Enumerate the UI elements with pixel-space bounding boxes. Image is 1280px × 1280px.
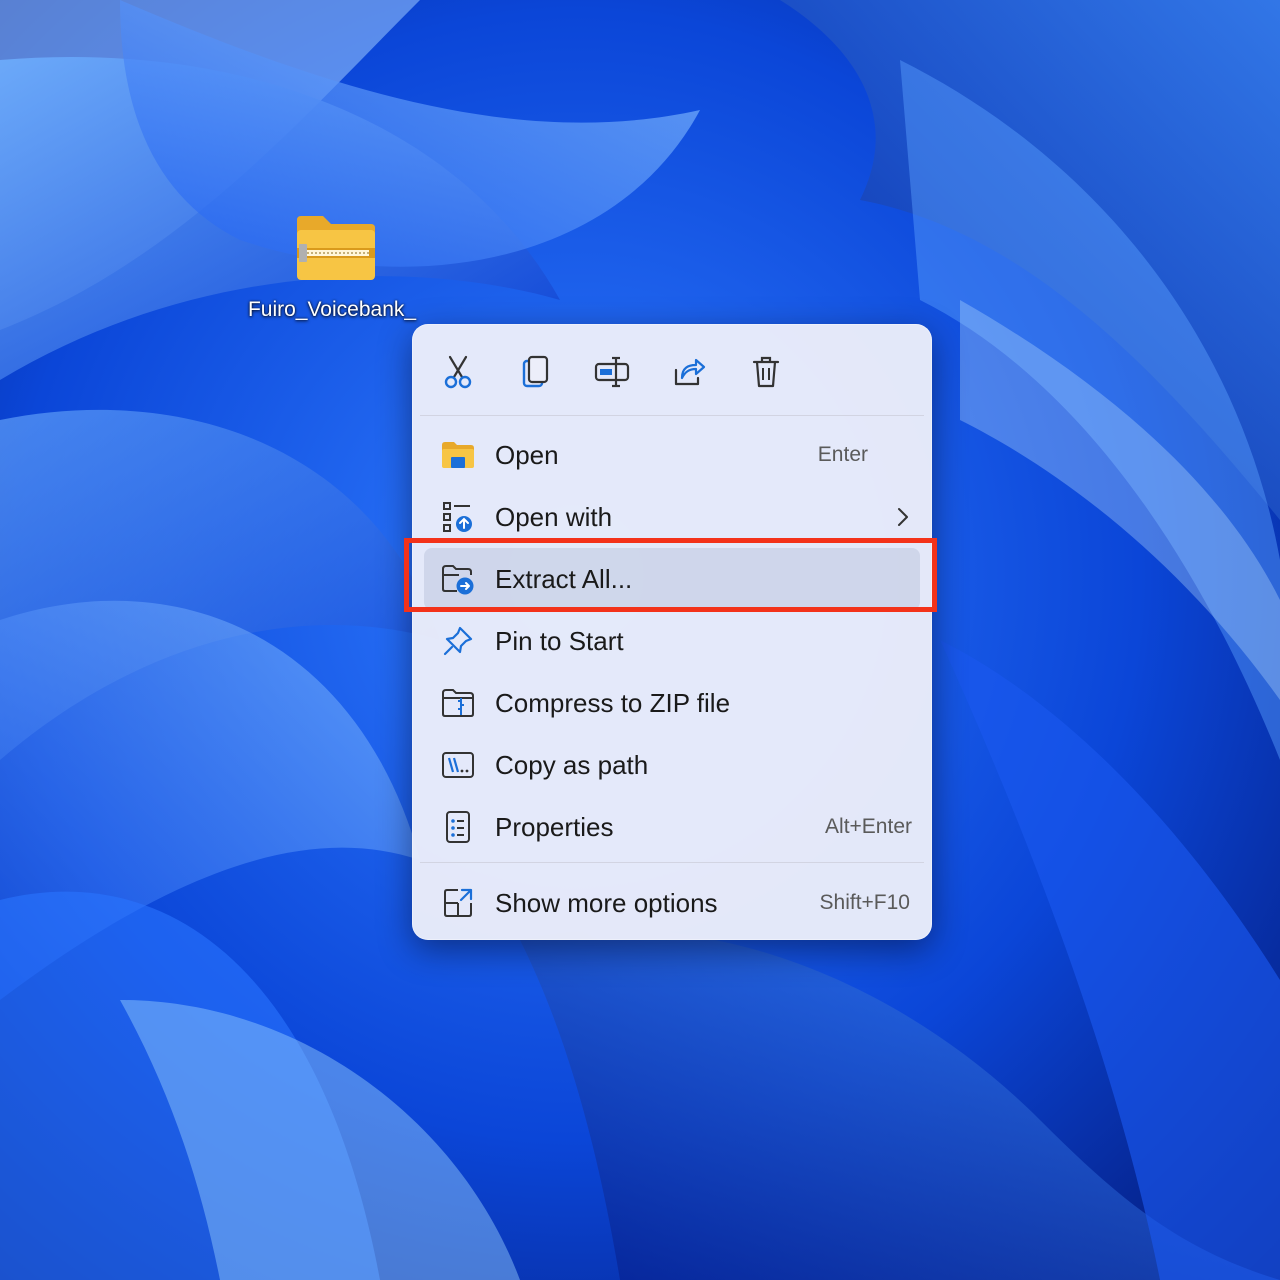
menu-item-accelerator: Alt+Enter bbox=[825, 815, 912, 838]
menu-item-label: Pin to Start bbox=[495, 626, 624, 656]
file-label: Fuiro_Voicebank_ bbox=[247, 298, 417, 321]
menu-item-copy-as-path[interactable]: Copy as path bbox=[424, 734, 920, 796]
desktop-file[interactable]: Fuiro_Voicebank_ bbox=[236, 214, 436, 322]
menu-item-open[interactable]: Open Enter bbox=[424, 424, 920, 486]
folder-icon bbox=[440, 437, 476, 473]
menu-item-properties[interactable]: Properties Alt+Enter bbox=[424, 796, 920, 858]
pin-icon bbox=[440, 623, 476, 659]
show-more-icon bbox=[440, 885, 476, 921]
cut-button[interactable] bbox=[434, 348, 482, 396]
zip-folder-icon bbox=[297, 216, 375, 280]
scissors-icon bbox=[444, 355, 472, 389]
trash-icon bbox=[752, 356, 780, 388]
copy-icon bbox=[522, 355, 549, 388]
open-with-icon bbox=[440, 499, 476, 535]
menu-item-label: Open bbox=[495, 440, 559, 470]
menu-separator bbox=[420, 415, 924, 416]
share-button[interactable] bbox=[665, 348, 713, 396]
extract-icon bbox=[440, 561, 476, 597]
properties-icon bbox=[440, 809, 476, 845]
menu-item-label: Properties bbox=[495, 812, 614, 842]
menu-item-pin-to-start[interactable]: Pin to Start bbox=[424, 610, 920, 672]
context-menu: Open Enter Open with Extract All... Pin … bbox=[412, 324, 932, 940]
menu-item-label: Extract All... bbox=[495, 564, 633, 594]
menu-item-extract-all[interactable]: Extract All... bbox=[424, 548, 920, 610]
delete-button[interactable] bbox=[742, 348, 790, 396]
rename-icon bbox=[594, 356, 630, 388]
desktop[interactable]: Fuiro_Voicebank_ Open Enter Open with Ex… bbox=[0, 0, 1280, 1280]
menu-item-compress-zip[interactable]: Compress to ZIP file bbox=[424, 672, 920, 734]
menu-item-open-with[interactable]: Open with bbox=[424, 486, 920, 548]
menu-item-label: Copy as path bbox=[495, 750, 649, 780]
path-icon bbox=[440, 747, 476, 783]
menu-item-label: Open with bbox=[495, 502, 613, 532]
copy-button[interactable] bbox=[511, 348, 559, 396]
share-icon bbox=[674, 358, 706, 386]
chevron-right-icon bbox=[898, 508, 908, 526]
menu-item-accelerator: Shift+F10 bbox=[819, 891, 910, 914]
rename-button[interactable] bbox=[588, 348, 636, 396]
menu-item-accelerator: Enter bbox=[817, 443, 868, 466]
menu-item-label: Compress to ZIP file bbox=[495, 688, 731, 718]
menu-item-label: Show more options bbox=[495, 888, 718, 918]
context-toolbar bbox=[412, 324, 932, 416]
menu-item-show-more-options[interactable]: Show more options Shift+F10 bbox=[424, 872, 920, 934]
zip-icon bbox=[440, 685, 476, 721]
menu-separator bbox=[420, 862, 924, 863]
